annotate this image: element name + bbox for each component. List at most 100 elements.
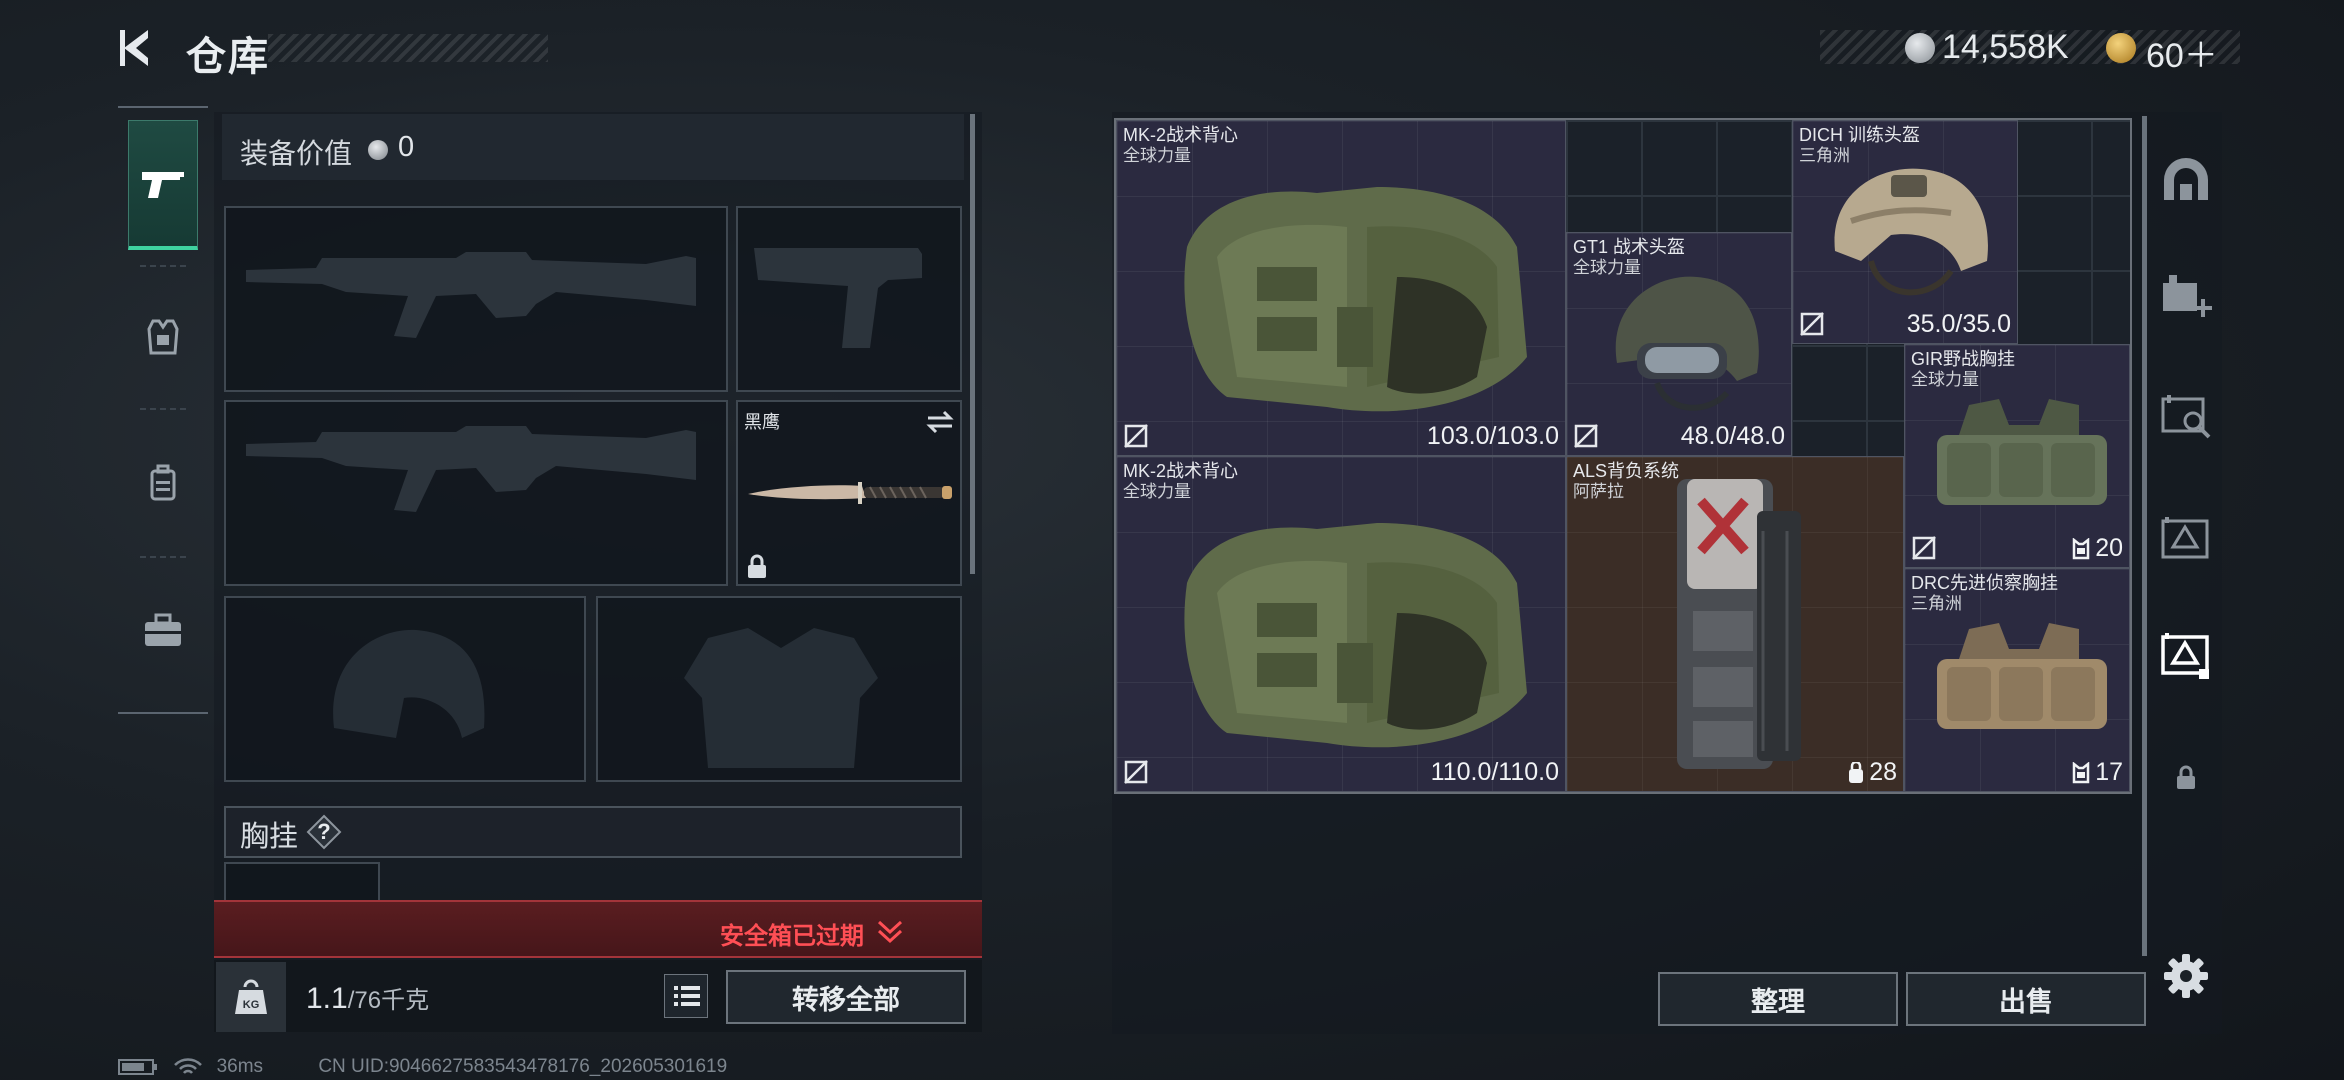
lock-icon bbox=[748, 554, 766, 578]
tactical-vest-icon bbox=[1184, 187, 1527, 412]
item-rig-drc[interactable]: DRC先进侦察胸挂 三角洲 17 bbox=[1904, 568, 2130, 792]
tool-rig-storage[interactable] bbox=[2156, 508, 2216, 568]
gear-icon bbox=[2164, 954, 2208, 998]
item-faction: 全球力量 bbox=[1911, 370, 1979, 389]
primary-weapon-slot[interactable] bbox=[224, 206, 728, 392]
add-container-icon bbox=[2163, 275, 2212, 317]
no-insure-icon bbox=[1800, 312, 1824, 336]
helmet-slot[interactable] bbox=[224, 596, 586, 782]
item-faction: 全球力量 bbox=[1123, 482, 1191, 501]
back-button[interactable] bbox=[112, 22, 164, 74]
item-vest-mk2[interactable]: MK-2战术背心 全球力量 110.0/110.0 bbox=[1116, 456, 1566, 792]
battery-icon bbox=[118, 1058, 157, 1075]
gold-coin-icon[interactable] bbox=[2106, 33, 2136, 63]
item-backpack-als[interactable]: ALS背负系统 阿萨拉 28 bbox=[1566, 456, 1904, 792]
tool-add-container[interactable] bbox=[2156, 266, 2216, 326]
chevron-down-icon bbox=[877, 920, 903, 944]
wifi-icon bbox=[174, 1058, 203, 1074]
user-uid: CN UID:9046627583543478176_202605301619 bbox=[318, 1056, 728, 1077]
item-capacity-value: 28 bbox=[1869, 758, 1897, 786]
backpack-icon bbox=[150, 464, 176, 501]
item-faction: 三角洲 bbox=[1799, 146, 1850, 165]
briefcase-icon bbox=[145, 613, 181, 646]
no-insure-icon bbox=[1124, 424, 1148, 448]
chest-rig-icon bbox=[1937, 399, 2107, 505]
item-faction: 三角洲 bbox=[1911, 594, 1962, 613]
carry-weight-current: 1.1 bbox=[306, 982, 348, 1015]
transfer-all-button[interactable]: 转移全部 bbox=[726, 970, 966, 1024]
rifle-silhouette-icon bbox=[246, 426, 696, 512]
storage-dome-icon bbox=[2164, 158, 2208, 200]
safe-box-expired-text: 安全箱已过期 bbox=[720, 923, 864, 950]
pistol-silhouette-icon bbox=[754, 248, 922, 348]
item-capacity-value: 20 bbox=[2095, 534, 2123, 562]
list-view-button[interactable] bbox=[664, 974, 708, 1018]
body-armor-slot[interactable] bbox=[596, 596, 962, 782]
item-rig-gir[interactable]: GIR野战胸挂 全球力量 20 bbox=[1904, 344, 2130, 568]
sidearm-slot[interactable] bbox=[736, 206, 962, 392]
ping: 36ms bbox=[216, 1056, 264, 1077]
melee-slot[interactable]: 黑鹰 bbox=[736, 400, 962, 586]
equipment-scrollbar[interactable] bbox=[970, 114, 975, 574]
item-capacity: 17 bbox=[2071, 758, 2123, 787]
helmet-silhouette-icon bbox=[333, 629, 485, 738]
secondary-weapon-slot[interactable] bbox=[224, 400, 728, 586]
tool-delta-storage[interactable] bbox=[2156, 626, 2216, 686]
weight-icon: KG bbox=[235, 979, 267, 1014]
tool-locked bbox=[2156, 748, 2216, 808]
lock-icon bbox=[2177, 765, 2195, 789]
nav-separator bbox=[140, 265, 186, 267]
chest-rig-slot[interactable] bbox=[224, 862, 380, 902]
item-durability: 110.0/110.0 bbox=[1430, 758, 1559, 786]
page-title: 仓库 bbox=[186, 35, 270, 79]
nav-separator bbox=[140, 556, 186, 558]
melee-name: 黑鹰 bbox=[744, 412, 780, 432]
item-faction: 全球力量 bbox=[1573, 258, 1641, 277]
weight-icon-box: KG bbox=[216, 962, 286, 1032]
knife-icon bbox=[748, 482, 952, 504]
carry-weight: 1.1/76千克 bbox=[306, 980, 429, 1016]
backpack-frame-icon bbox=[1677, 479, 1801, 769]
item-helmet-gt1[interactable]: GT1 战术头盔 全球力量 48.0/48.0 bbox=[1566, 232, 1792, 456]
nav-separator bbox=[140, 408, 186, 410]
backpack-capacity-icon bbox=[1849, 761, 1864, 783]
training-helmet-icon bbox=[1834, 168, 1988, 296]
gold-amount[interactable]: 60＋ bbox=[2146, 28, 2218, 77]
item-name: ALS背负系统 bbox=[1573, 461, 1680, 481]
delta-storage-icon bbox=[2161, 633, 2209, 679]
tool-storage[interactable] bbox=[2156, 150, 2216, 210]
item-durability: 35.0/35.0 bbox=[1906, 310, 2011, 338]
item-helmet-dich[interactable]: DICH 训练头盔 三角洲 35.0/35.0 bbox=[1792, 120, 2018, 344]
silver-amount: 14,558K bbox=[1942, 28, 2069, 66]
settings-button[interactable] bbox=[2162, 952, 2210, 1000]
nav-tab-case[interactable] bbox=[128, 565, 198, 695]
swap-icon[interactable] bbox=[924, 408, 956, 436]
nav-tab-weapons[interactable] bbox=[128, 120, 198, 250]
no-insure-icon bbox=[1912, 536, 1936, 560]
sort-button[interactable]: 整理 bbox=[1658, 972, 1898, 1026]
equipment-value: 0 bbox=[398, 131, 415, 163]
tool-search-container[interactable] bbox=[2156, 386, 2216, 446]
item-capacity-value: 17 bbox=[2095, 758, 2123, 786]
no-insure-icon bbox=[1124, 760, 1148, 784]
silver-coin-icon bbox=[1905, 33, 1935, 63]
triangle-storage-icon bbox=[2161, 517, 2209, 559]
item-name: GIR野战胸挂 bbox=[1911, 349, 2016, 369]
item-vest-mk2[interactable]: MK-2战术背心 全球力量 103.0/103.0 bbox=[1116, 120, 1566, 456]
carry-weight-max: /76千克 bbox=[347, 987, 430, 1014]
back-arrow-icon bbox=[120, 30, 148, 66]
rifle-silhouette-icon bbox=[246, 252, 696, 338]
list-icon bbox=[674, 986, 700, 1006]
status-bar: 36ms CN UID:9046627583543478176_20260530… bbox=[118, 1056, 727, 1078]
help-button[interactable]: ? bbox=[306, 814, 342, 850]
nav-tab-armor[interactable] bbox=[128, 272, 198, 402]
armor-vest-icon bbox=[147, 319, 179, 355]
nav-tab-backpack[interactable] bbox=[128, 418, 198, 548]
no-insure-icon bbox=[1574, 424, 1598, 448]
container-search-icon bbox=[2161, 395, 2211, 439]
safe-box-expired-banner[interactable]: 安全箱已过期 bbox=[214, 900, 982, 958]
warehouse-scrollbar[interactable] bbox=[2142, 116, 2147, 956]
item-name: MK-2战术背心 bbox=[1123, 125, 1239, 145]
sell-button[interactable]: 出售 bbox=[1906, 972, 2146, 1026]
item-name: DICH 训练头盔 bbox=[1799, 125, 1920, 145]
